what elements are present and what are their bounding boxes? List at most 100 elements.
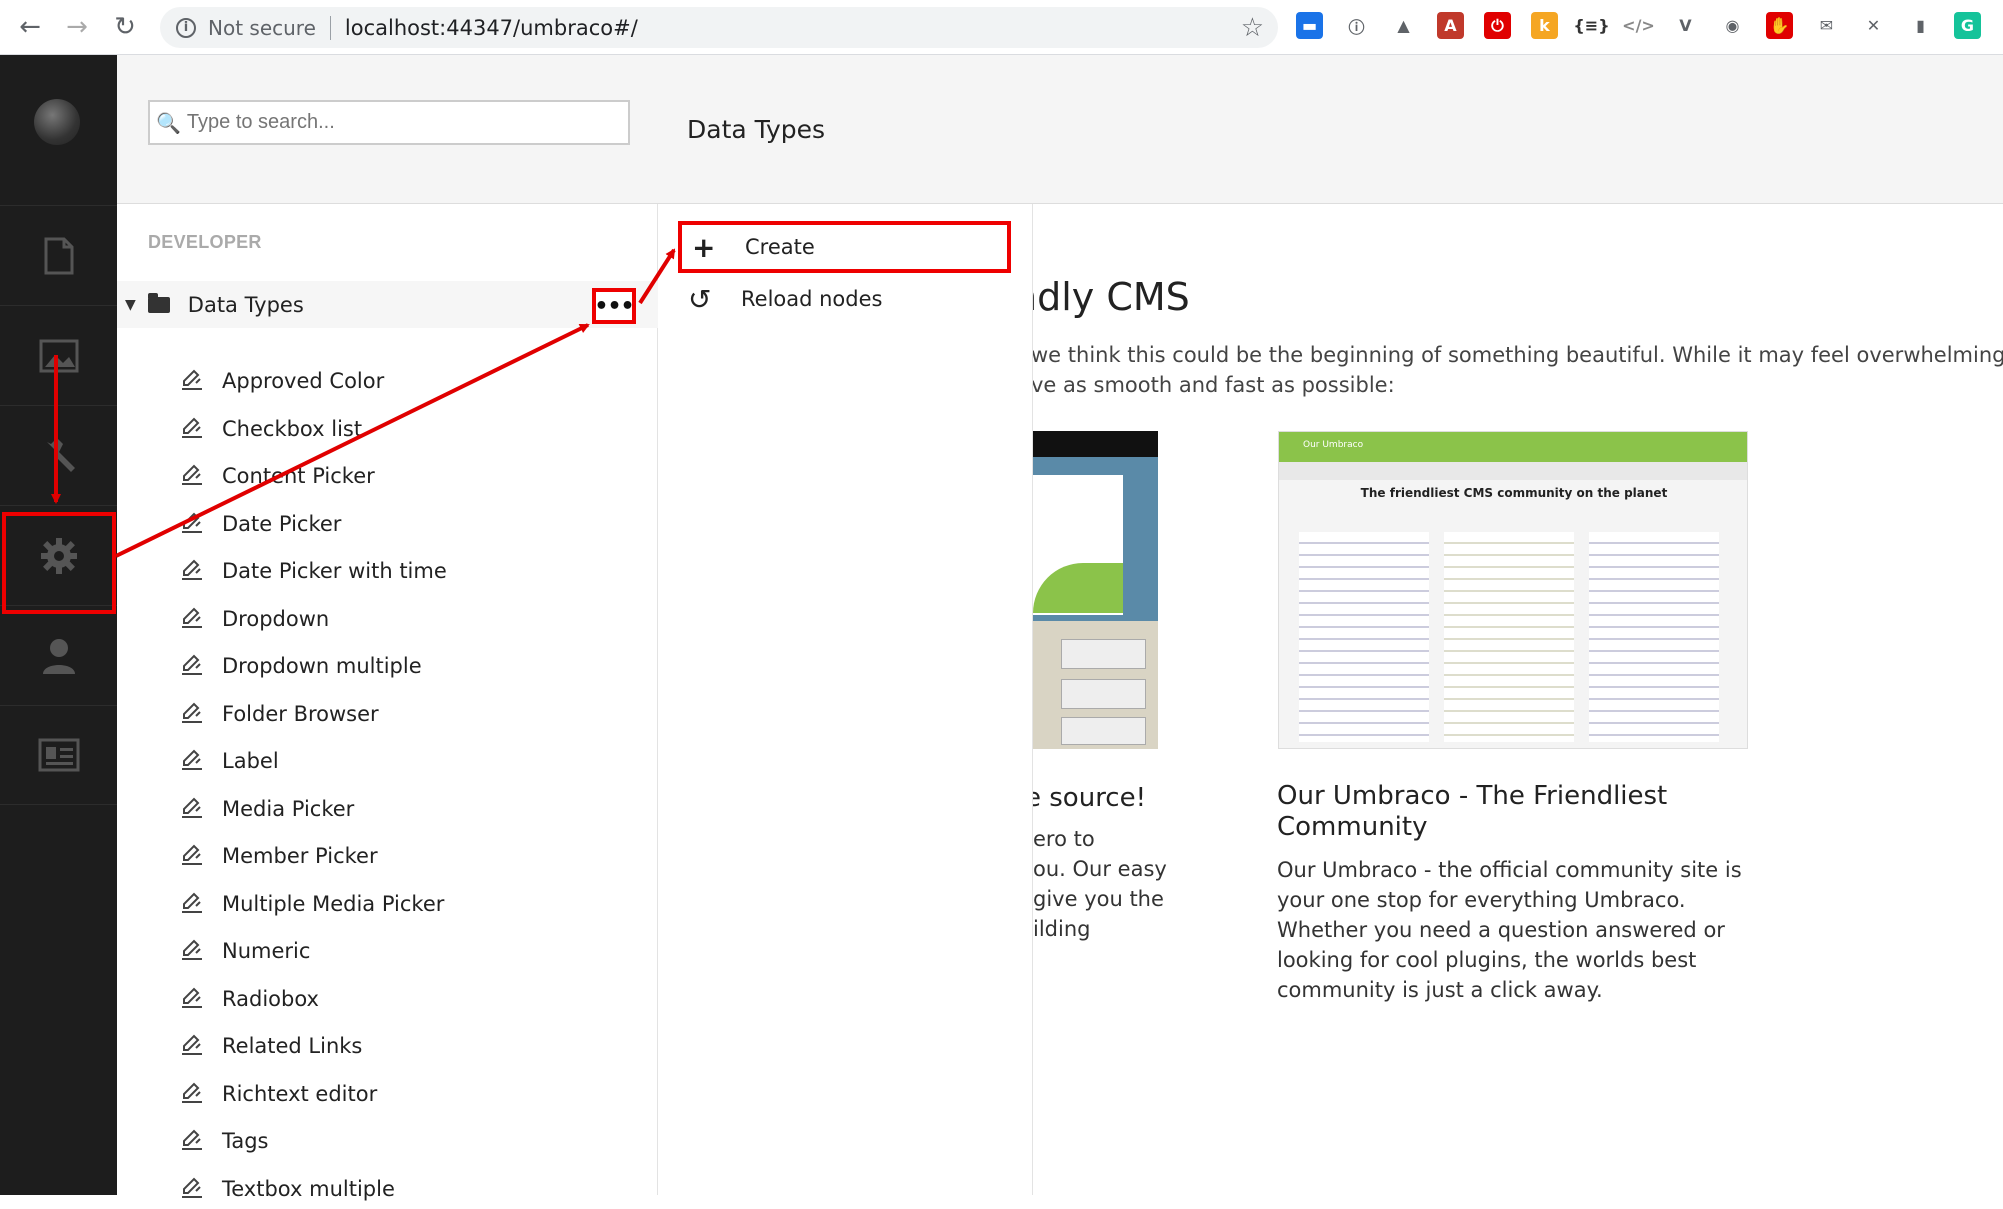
extension-15-icon[interactable]: G (1954, 12, 1981, 39)
tree-item[interactable]: Member Picker (117, 836, 658, 876)
extension-10-icon[interactable]: ◉ (1719, 12, 1746, 39)
community-card-title[interactable]: Our Umbraco - The Friendliest Community (1277, 781, 1747, 843)
screenshot-heading: The friendliest CMS community on the pla… (1360, 486, 1668, 500)
data-type-icon (180, 1129, 204, 1151)
tree-item-label: Multiple Media Picker (222, 891, 445, 916)
data-type-icon (180, 939, 204, 961)
members-section-icon[interactable] (0, 705, 117, 805)
data-type-icon (180, 987, 204, 1009)
tree-item[interactable]: Tags (117, 1121, 658, 1161)
tree-item-label: Dropdown (222, 606, 330, 631)
tree-item[interactable]: Checkbox list (117, 409, 658, 449)
reload-nodes-menu-item[interactable]: ↺ Reload nodes (678, 273, 1011, 325)
data-type-icon (180, 844, 204, 866)
actions-menu-button[interactable]: ••• (592, 288, 636, 324)
extension-2-icon[interactable]: ⓘ (1343, 12, 1370, 39)
media-section-icon[interactable] (0, 305, 117, 405)
section-title: DEVELOPER (148, 232, 262, 252)
extension-5-icon[interactable]: ⏻ (1484, 12, 1511, 39)
extension-3-icon[interactable]: ▲ (1390, 12, 1417, 39)
screenshot-brand: Our Umbraco (1303, 440, 1364, 450)
content-section-icon[interactable] (0, 205, 117, 305)
url-text[interactable]: localhost:44347/umbraco#/ (345, 16, 638, 40)
tree-item-label: Richtext editor (222, 1081, 378, 1106)
security-label: Not secure (208, 15, 316, 40)
tree-item-label: Checkbox list (222, 416, 363, 441)
back-arrow-icon[interactable]: ← (13, 10, 47, 44)
card-image[interactable] (1033, 431, 1158, 749)
extension-8-icon[interactable]: </> (1622, 12, 1655, 39)
tree-root-label: Data Types (187, 292, 304, 317)
dashboard-heading: ndly CMS (1033, 275, 1190, 319)
tree-item[interactable]: Label (117, 741, 658, 781)
extension-12-icon[interactable]: ✉ (1813, 12, 1840, 39)
info-icon[interactable]: i (176, 17, 196, 38)
data-type-icon (180, 607, 204, 629)
data-type-icon (180, 1034, 204, 1056)
extension-6-icon[interactable]: k (1531, 12, 1558, 39)
tree-item[interactable]: Richtext editor (117, 1074, 658, 1114)
tree-item[interactable]: Approved Color (117, 361, 658, 401)
tree-item[interactable]: Dropdown (117, 599, 658, 639)
create-label: Create (745, 235, 815, 259)
dashboard-intro-line: we think this could be the beginning of … (1033, 343, 2003, 367)
extension-14-icon[interactable]: ▮ (1907, 12, 1934, 39)
tree-root-data-types[interactable]: ▼ Data Types (117, 281, 658, 328)
tree-item-label: Date Picker with time (222, 559, 447, 583)
plus-icon: + (692, 230, 716, 264)
reload-icon[interactable]: ↻ (108, 10, 142, 44)
expand-caret-icon[interactable]: ▼ (125, 297, 136, 313)
data-type-icon (180, 464, 204, 486)
data-type-icon (180, 654, 204, 676)
users-section-icon[interactable] (0, 605, 117, 705)
tree-item[interactable]: Date Picker with time (117, 551, 658, 591)
settings-section-icon[interactable] (0, 405, 117, 505)
folder-icon (147, 292, 170, 313)
tree-item-label: Related Links (222, 1034, 363, 1058)
tree-item[interactable]: Date Picker (117, 504, 658, 544)
context-menu-panel: Data Types + Create ↺ Reload nodes (658, 55, 1033, 1195)
context-menu-header: Data Types (658, 55, 1033, 204)
tree-item[interactable]: Related Links (117, 1026, 658, 1066)
tree-item[interactable]: Folder Browser (117, 694, 658, 734)
tree-item[interactable]: Dropdown multiple (117, 646, 658, 686)
tree-item-label: Textbox multiple (222, 1176, 395, 1201)
extensions-bar: ▬ ⓘ ▲ A ⏻ k {≡} </> V ◉ ✋ ✉ ✕ ▮ G (1296, 12, 1981, 39)
community-card-body: Our Umbraco - the official community sit… (1277, 858, 1742, 1002)
extension-4-icon[interactable]: A (1437, 12, 1464, 39)
extension-9-icon[interactable]: V (1672, 12, 1699, 39)
address-bar[interactable]: i Not secure localhost:44347/umbraco#/ ☆ (160, 7, 1278, 48)
data-type-icon (180, 1177, 204, 1199)
data-type-icon (180, 369, 204, 391)
forward-arrow-icon[interactable]: → (60, 10, 94, 44)
dashboard-intro-line: ve as smooth and fast as possible: (1033, 373, 1395, 397)
extension-13-icon[interactable]: ✕ (1860, 12, 1887, 39)
create-menu-item[interactable]: + Create (678, 221, 1011, 273)
tree-item[interactable]: Content Picker (117, 456, 658, 496)
tree-header: 🔍 (117, 55, 658, 204)
tree-item[interactable]: Numeric (117, 931, 658, 971)
address-separator (329, 15, 331, 40)
browser-toolbar: ← → ↻ i Not secure localhost:44347/umbra… (0, 0, 2003, 55)
extension-7-icon[interactable]: {≡} (1573, 12, 1609, 39)
tree-item-label: Dropdown multiple (222, 654, 422, 678)
context-menu-title: Data Types (687, 115, 826, 144)
data-type-icon (180, 892, 204, 914)
tree-item[interactable]: Radiobox (117, 979, 658, 1019)
bookmark-star-icon[interactable]: ☆ (1241, 13, 1264, 43)
tree-item[interactable]: Multiple Media Picker (117, 884, 658, 924)
search-input[interactable] (186, 111, 617, 134)
community-screenshot-image[interactable]: Our Umbraco The friendliest CMS communit… (1278, 431, 1748, 749)
tree-item-label: Tags (222, 1129, 269, 1153)
extension-1-icon[interactable]: ▬ (1296, 12, 1323, 39)
tree-item-label: Date Picker (222, 511, 342, 536)
card-text-line: ilding (1033, 917, 1091, 941)
tree-item[interactable]: Textbox multiple (117, 1169, 658, 1209)
extension-11-icon[interactable]: ✋ (1766, 12, 1793, 39)
card-text-line: give you the (1033, 887, 1164, 911)
tree-item[interactable]: Media Picker (117, 789, 658, 829)
avatar[interactable] (34, 99, 80, 145)
tree-item-label: Approved Color (222, 369, 385, 393)
card-text-line: ero to (1033, 827, 1095, 851)
search-box[interactable]: 🔍 (148, 100, 630, 145)
